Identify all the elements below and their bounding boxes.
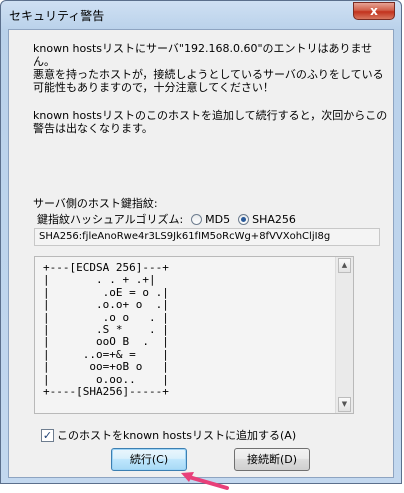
md5-radio[interactable] [191,213,203,225]
disconnect-button[interactable]: 接続断(D) [234,448,310,471]
scroll-up-arrow-icon[interactable]: ▲ [338,258,351,273]
window-title: セキュリティ警告 [9,9,105,23]
warning-message: known hostsリストにサーバ"192.168.0.60"のエントリはあり… [33,42,384,94]
annotation-arrow-icon [181,472,229,490]
add-to-known-hosts-row[interactable]: ✓ このホストをknown hostsリストに追加する(A) [41,427,296,443]
sha256-radio-label[interactable]: SHA256 [252,213,296,226]
scroll-down-arrow-icon[interactable]: ▼ [338,397,351,412]
hash-algorithm-row: 鍵指紋ハッシュアルゴリズム: MD5 SHA256 [37,211,296,227]
add-to-known-hosts-label[interactable]: このホストをknown hostsリストに追加する(A) [57,427,296,443]
randomart-scrollbar[interactable]: ▲ ▼ [335,257,353,413]
close-icon: x [370,4,378,18]
hint-message: known hostsリストのこのホストを追加して続行すると，次回からこの 警告… [33,109,388,135]
randomart-text: +---[ECDSA 256]---+ | . . + .+| | .oE = … [43,261,169,399]
close-button[interactable]: x [353,2,395,20]
continue-button[interactable]: 続行(C) [111,448,187,471]
randomart-box[interactable]: +---[ECDSA 256]---+ | . . + .+| | .oE = … [34,256,354,414]
security-warning-dialog: セキュリティ警告 x known hostsリストにサーバ"192.168.0.… [0,0,402,490]
md5-radio-label[interactable]: MD5 [205,213,230,226]
fingerprint-value-field[interactable]: SHA256:fjleAnoRwe4r3LS9Jk61fIM5oRcWg+8fV… [34,228,380,246]
hash-algorithm-label: 鍵指紋ハッシュアルゴリズム: [37,213,184,226]
fingerprint-label: サーバ側のホスト鍵指紋: [33,197,158,210]
sha256-radio[interactable] [238,213,250,225]
dialog-client-area: known hostsリストにサーバ"192.168.0.60"のエントリはあり… [8,29,394,490]
title-bar[interactable]: セキュリティ警告 x [1,1,401,29]
add-to-known-hosts-checkbox[interactable]: ✓ [41,428,54,442]
